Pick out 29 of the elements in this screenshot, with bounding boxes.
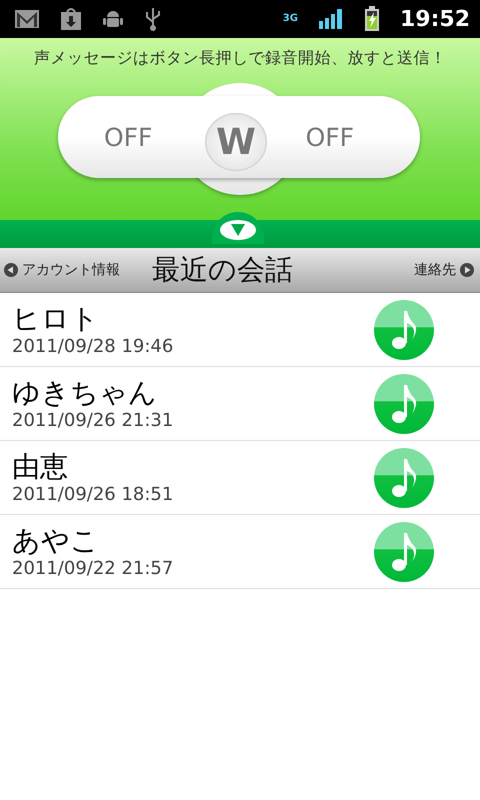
music-note-icon	[391, 456, 417, 498]
message-time: 2011/09/22 21:57	[12, 558, 174, 580]
recorder-control[interactable]	[58, 83, 420, 195]
clock: 19:52	[400, 6, 470, 32]
mail-icon	[14, 9, 40, 29]
music-note-icon	[391, 382, 417, 424]
network-type: 3G	[282, 14, 298, 24]
android-icon	[102, 8, 124, 30]
contact-name: ヒロト	[12, 302, 100, 336]
left-status: OFF	[104, 122, 152, 152]
music-note-icon	[391, 308, 417, 350]
message-time: 2011/09/28 19:46	[12, 336, 174, 358]
message-time: 2011/09/26 18:51	[12, 484, 174, 506]
account-info-link[interactable]: アカウント情報	[4, 261, 120, 279]
instruction-text: 声メッセージはボタン長押しで録音開始、放すと送信！	[32, 47, 448, 69]
usb-icon	[144, 6, 162, 32]
contacts-link[interactable]: 連絡先	[414, 261, 474, 279]
music-note-icon	[391, 530, 417, 572]
message-time: 2011/09/26 21:31	[12, 410, 174, 432]
signal-icon	[318, 8, 344, 30]
contact-name: あやこ	[12, 524, 100, 558]
battery-icon	[364, 6, 380, 32]
triangle-down-icon	[231, 224, 245, 236]
expand-button[interactable]	[220, 220, 256, 240]
screen-title: 最近の会話	[151, 252, 294, 288]
contact-name: 由恵	[12, 450, 69, 484]
download-icon	[60, 7, 82, 31]
contact-name: ゆきちゃん	[12, 376, 158, 410]
right-status: OFF	[306, 122, 354, 152]
